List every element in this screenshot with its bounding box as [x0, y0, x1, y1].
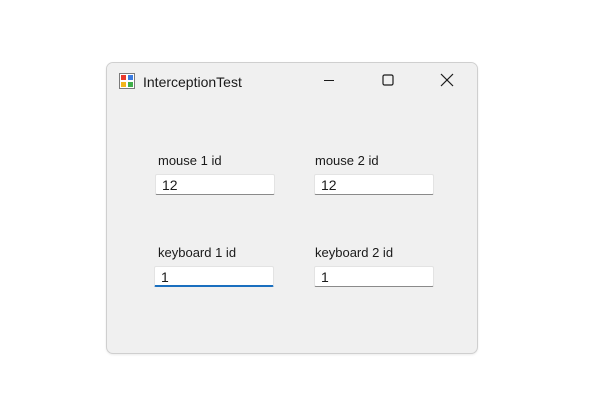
mouse-2-label: mouse 2 id — [315, 153, 379, 168]
mouse-1-label: mouse 1 id — [158, 153, 222, 168]
keyboard-1-input[interactable] — [154, 266, 274, 287]
minimize-button[interactable] — [306, 63, 352, 101]
mouse-2-input[interactable] — [314, 174, 434, 195]
keyboard-2-input[interactable] — [314, 266, 434, 287]
window-title: InterceptionTest — [143, 74, 242, 90]
mouse-1-input[interactable] — [155, 174, 275, 195]
maximize-button[interactable] — [365, 63, 411, 101]
keyboard-1-label: keyboard 1 id — [158, 245, 237, 260]
keyboard-2-label: keyboard 2 id — [315, 245, 394, 260]
close-icon — [440, 73, 454, 92]
close-button[interactable] — [424, 63, 470, 101]
maximize-icon — [382, 73, 394, 91]
title-bar[interactable]: InterceptionTest — [107, 63, 477, 101]
minimize-icon — [323, 73, 335, 91]
app-icon — [119, 73, 135, 89]
app-window: InterceptionTest mouse 1 id 12 mouse 2 i… — [106, 62, 478, 354]
